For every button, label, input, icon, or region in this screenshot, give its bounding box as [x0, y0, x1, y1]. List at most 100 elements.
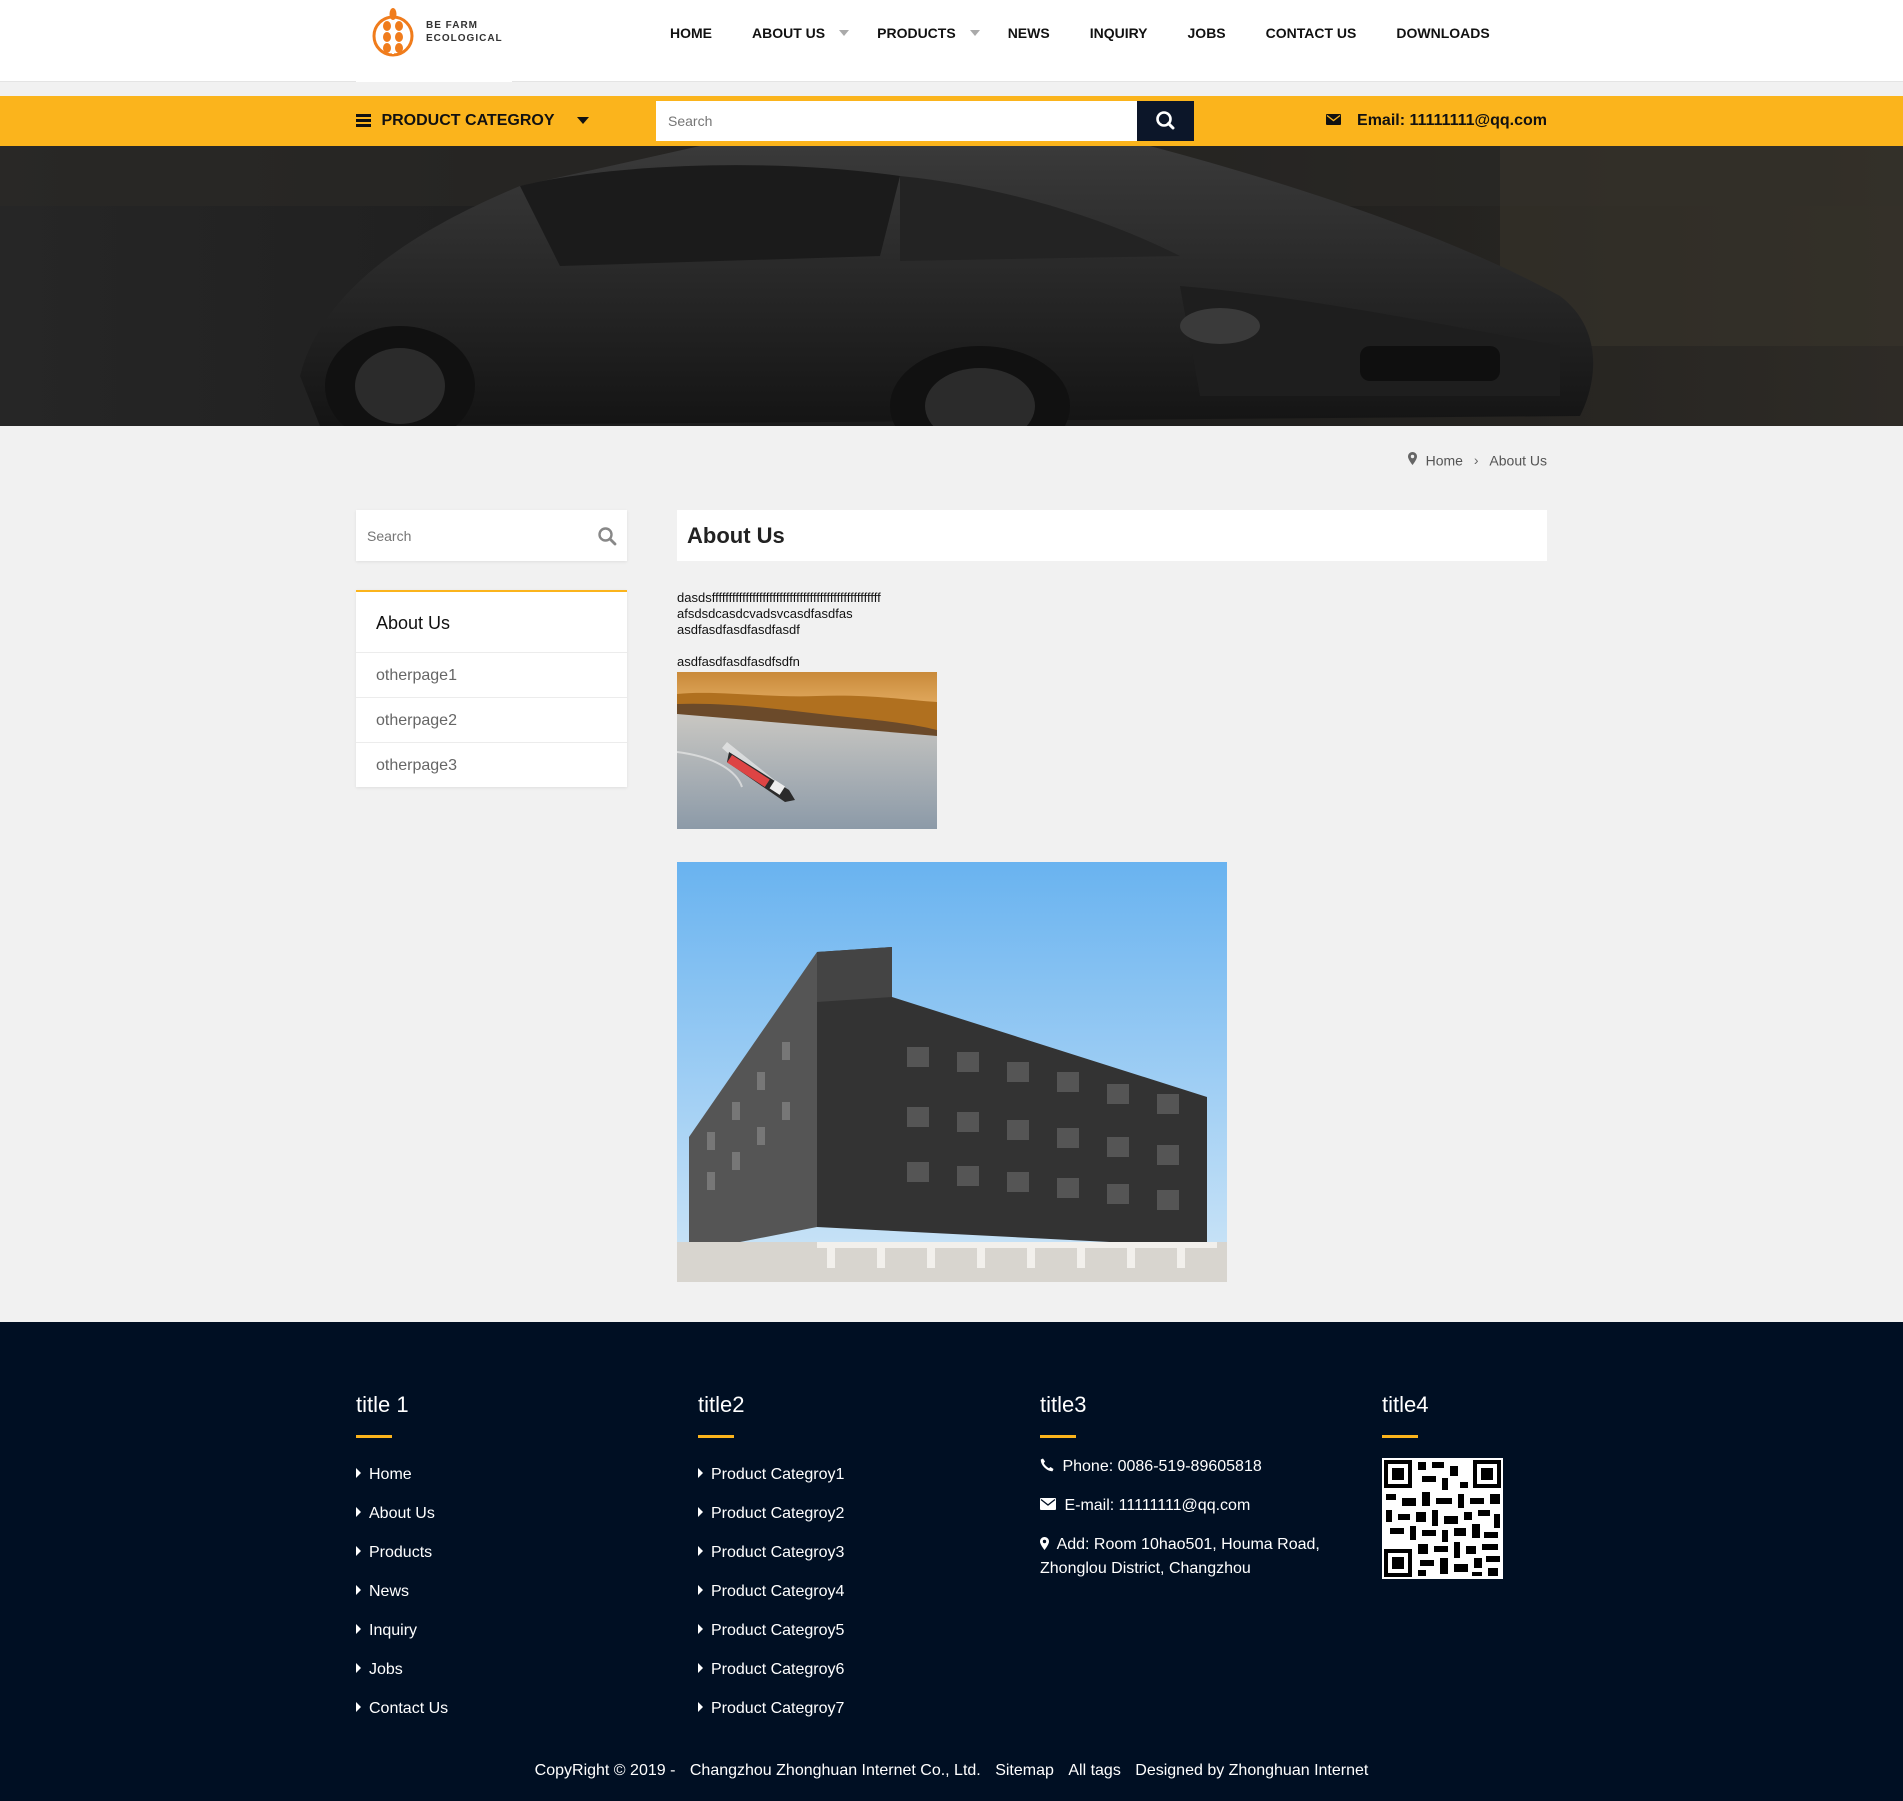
title-underline [356, 1435, 392, 1438]
footer-col-title: title3 [1040, 1392, 1087, 1417]
chevron-down-icon [576, 117, 589, 125]
nav-inquiry[interactable]: INQUIRY [1070, 0, 1168, 66]
footer-link-list: Product Categroy1 Product Categroy2 Prod… [698, 1455, 844, 1728]
header-search-input[interactable] [656, 101, 1136, 141]
sidebar-item-otherpage2[interactable]: otherpage2 [356, 697, 627, 742]
nav-news[interactable]: NEWS [988, 0, 1070, 66]
sidebar-search [356, 510, 627, 561]
search-icon[interactable] [597, 526, 617, 546]
footer-email-text[interactable]: E-mail: 11111111@qq.com [1064, 1497, 1250, 1514]
footer-col-title: title 1 [356, 1392, 409, 1417]
nav-jobs[interactable]: JOBS [1168, 0, 1246, 66]
footer-link-label: Home [369, 1466, 412, 1483]
copyright-text: CopyRight © 2019 - [534, 1762, 676, 1779]
caret-right-icon [356, 1507, 361, 1518]
nav-products[interactable]: PRODUCTS [857, 0, 980, 66]
footer-link-label: Product Categroy2 [711, 1505, 845, 1522]
wheat-logo-icon [372, 8, 414, 57]
footer-link-home[interactable]: Home [356, 1455, 448, 1494]
header-email-text: Email: 11111111@qq.com [1357, 112, 1547, 129]
footer-link-list: Home About Us Products News Inquiry Jobs… [356, 1455, 448, 1728]
copyright-company-link[interactable]: Changzhou Zhonghuan Internet Co., Ltd. [690, 1762, 981, 1779]
nav-downloads[interactable]: DOWNLOADS [1376, 0, 1509, 66]
footer-link-news[interactable]: News [356, 1572, 448, 1611]
breadcrumb: Home › About Us [1407, 451, 1547, 469]
header-email[interactable]: Email: 11111111@qq.com [1325, 96, 1547, 146]
footer-link-label: About Us [369, 1505, 435, 1522]
sidebar-item-otherpage3[interactable]: otherpage3 [356, 742, 627, 787]
footer-link-category-7[interactable]: Product Categroy7 [698, 1689, 844, 1728]
search-icon [1156, 111, 1175, 130]
footer-address-text: Add: Room 10hao501, Houma Road, Zhonglou… [1040, 1536, 1320, 1577]
footer-email: E-mail: 11111111@qq.com [1040, 1494, 1340, 1518]
caret-right-icon [698, 1468, 703, 1479]
sidebar-menu-title[interactable]: About Us [356, 592, 627, 652]
caret-right-icon [356, 1663, 361, 1674]
footer-link-label: Product Categroy4 [711, 1583, 845, 1600]
footer-col-title: title2 [698, 1392, 745, 1417]
footer-col-1: title 1 Home About Us Products News Inqu… [356, 1392, 448, 1728]
caret-right-icon [356, 1546, 361, 1557]
header-search [656, 101, 1194, 141]
main-nav: HOME ABOUT US PRODUCTS NEWS INQUIRY JOBS… [650, 0, 1510, 66]
nav-contact-us[interactable]: CONTACT US [1246, 0, 1377, 66]
nav-about-us-label: ABOUT US [752, 25, 826, 41]
footer-link-label: Product Categroy5 [711, 1622, 845, 1639]
footer-contact: Phone: 0086-519-89605818 E-mail: 1111111… [1040, 1455, 1340, 1581]
footer-col-title: title4 [1382, 1392, 1429, 1417]
caret-right-icon [698, 1546, 703, 1557]
footer-link-category-5[interactable]: Product Categroy5 [698, 1611, 844, 1650]
footer-link-label: Product Categroy1 [711, 1466, 845, 1483]
article-line: asdfasdfasdfasdfsdfn [677, 654, 800, 669]
breadcrumb-current[interactable]: About Us [1489, 452, 1547, 468]
envelope-icon [1325, 113, 1341, 125]
sitemap-link[interactable]: Sitemap [995, 1762, 1054, 1779]
title-underline [698, 1435, 734, 1438]
footer-link-contact-us[interactable]: Contact Us [356, 1689, 448, 1728]
page-banner [0, 146, 1903, 426]
site-footer: title 1 Home About Us Products News Inqu… [0, 1322, 1903, 1801]
caret-right-icon [356, 1468, 361, 1479]
sidebar-search-input[interactable] [356, 510, 576, 561]
caret-right-icon [698, 1624, 703, 1635]
title-underline [1382, 1435, 1418, 1438]
article-line: asdfasdfasdfasdfasdf [677, 622, 800, 637]
all-tags-link[interactable]: All tags [1068, 1762, 1120, 1779]
caret-right-icon [356, 1702, 361, 1713]
category-bar: PRODUCT CATEGROY Email: 11111111@qq.com [0, 96, 1903, 146]
copyright-bar: CopyRight © 2019 - Changzhou Zhonghuan I… [0, 1762, 1903, 1780]
logo-text: BE FARM ECOLOGICAL [426, 19, 503, 45]
footer-link-category-6[interactable]: Product Categroy6 [698, 1650, 844, 1689]
car-banner-image [0, 146, 1903, 426]
breadcrumb-home[interactable]: Home [1426, 452, 1463, 468]
nav-products-label: PRODUCTS [877, 25, 956, 41]
footer-link-label: Jobs [369, 1661, 403, 1678]
footer-col-2: title2 Product Categroy1 Product Categro… [698, 1392, 844, 1728]
logo-line-2: ECOLOGICAL [426, 33, 503, 44]
caret-right-icon [698, 1585, 703, 1596]
footer-link-label: Product Categroy6 [711, 1661, 845, 1678]
footer-link-label: News [369, 1583, 410, 1600]
footer-link-category-2[interactable]: Product Categroy2 [698, 1494, 844, 1533]
caret-right-icon [698, 1702, 703, 1713]
designed-by-link[interactable]: Designed by Zhonghuan Internet [1135, 1762, 1368, 1779]
chevron-right-icon: › [1473, 452, 1479, 469]
footer-link-about-us[interactable]: About Us [356, 1494, 448, 1533]
site-logo[interactable]: BE FARM ECOLOGICAL [356, 0, 512, 82]
dropdown-caret-icon [839, 30, 850, 36]
footer-link-inquiry[interactable]: Inquiry [356, 1611, 448, 1650]
caret-right-icon [698, 1507, 703, 1518]
product-category-toggle[interactable]: PRODUCT CATEGROY [356, 96, 589, 146]
caret-right-icon [356, 1585, 361, 1596]
sidebar-menu: About Us otherpage1 otherpage2 otherpage… [356, 590, 627, 787]
footer-link-products[interactable]: Products [356, 1533, 448, 1572]
nav-home[interactable]: HOME [650, 0, 732, 66]
footer-link-category-4[interactable]: Product Categroy4 [698, 1572, 844, 1611]
footer-link-label: Product Categroy3 [711, 1544, 845, 1561]
footer-link-category-3[interactable]: Product Categroy3 [698, 1533, 844, 1572]
header-search-button[interactable] [1137, 101, 1194, 141]
footer-link-jobs[interactable]: Jobs [356, 1650, 448, 1689]
nav-about-us[interactable]: ABOUT US [732, 0, 850, 66]
footer-link-category-1[interactable]: Product Categroy1 [698, 1455, 844, 1494]
sidebar-item-otherpage1[interactable]: otherpage1 [356, 652, 627, 697]
